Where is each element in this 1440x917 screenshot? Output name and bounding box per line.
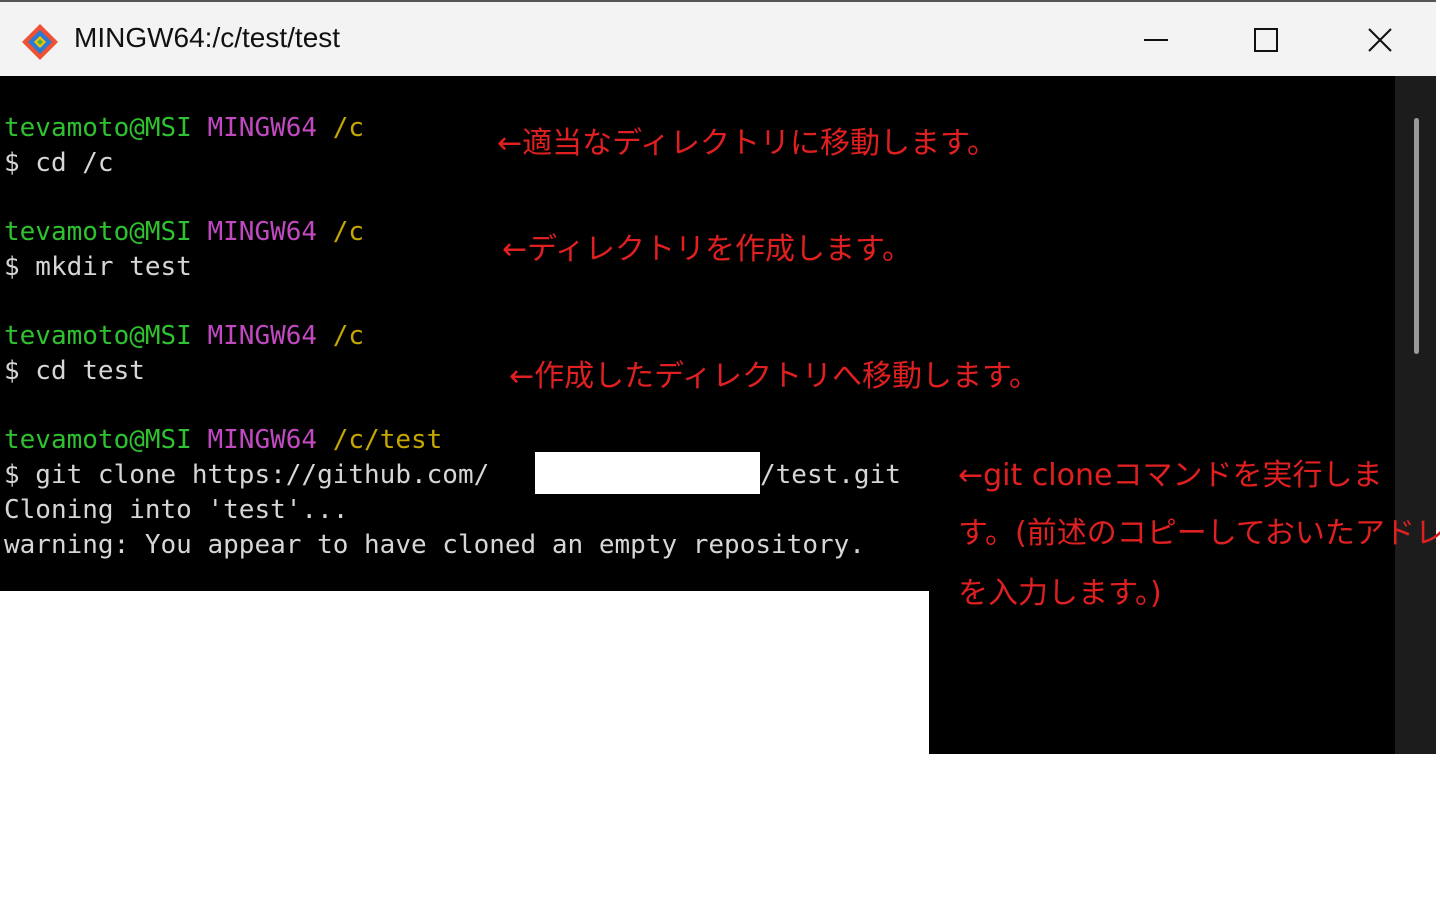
prompt-line: tevamoto@MSI MINGW64 /c/test: [4, 425, 442, 455]
minimize-icon: [1144, 39, 1168, 41]
command-line-suffix: /test.git: [760, 460, 901, 490]
prompt-shell: MINGW64: [207, 321, 318, 351]
terminal-output-lower: [929, 591, 1395, 754]
command-line: $ mkdir test: [4, 252, 192, 282]
annotation-text: ←作成したディレクトリへ移動します。: [509, 359, 1040, 394]
blank-area: [0, 591, 929, 917]
prompt-path: /c: [332, 321, 365, 351]
annotation-text: ←ディレクトリを作成します。: [502, 232, 913, 267]
annotation-text: す。(前述のコピーしておいたアドレス: [958, 516, 1440, 551]
prompt-user: tevamoto@MSI: [4, 217, 192, 247]
prompt-user: tevamoto@MSI: [4, 425, 192, 455]
prompt-path: /c/test: [332, 425, 443, 455]
prompt-shell: MINGW64: [207, 425, 318, 455]
redacted-username: [535, 452, 760, 494]
scrollbar-thumb[interactable]: [1414, 118, 1419, 354]
prompt-path: /c: [332, 217, 365, 247]
annotation-text: ←git cloneコマンドを実行しま: [958, 458, 1383, 493]
close-icon: [1368, 28, 1392, 52]
git-bash-icon: [20, 22, 60, 62]
window-title: MINGW64:/c/test/test: [74, 22, 341, 53]
command-line: $ cd test: [4, 356, 145, 386]
terminal-window: MINGW64:/c/test/test tevamoto@MSI MINGW6…: [0, 0, 1440, 917]
prompt-shell: MINGW64: [207, 113, 318, 143]
maximize-button[interactable]: [1238, 14, 1294, 66]
command-line: $ cd /c: [4, 148, 114, 178]
prompt-user: tevamoto@MSI: [4, 321, 192, 351]
prompt-line: tevamoto@MSI MINGW64 /c: [4, 113, 364, 143]
minimize-button[interactable]: [1128, 14, 1184, 66]
annotation-text: ←適当なディレクトリに移動します。: [497, 126, 998, 161]
title-bar[interactable]: MINGW64:/c/test/test: [0, 0, 1436, 78]
output-line: Cloning into 'test'...: [4, 495, 349, 525]
prompt-user: tevamoto@MSI: [4, 113, 192, 143]
prompt-line: tevamoto@MSI MINGW64 /c: [4, 217, 364, 247]
close-button[interactable]: [1352, 14, 1408, 66]
annotation-text: を入力します。): [958, 576, 1162, 611]
prompt-shell: MINGW64: [207, 217, 318, 247]
output-line: warning: You appear to have cloned an em…: [4, 530, 865, 560]
prompt-line: tevamoto@MSI MINGW64 /c: [4, 321, 364, 351]
prompt-path: /c: [332, 113, 365, 143]
maximize-icon: [1254, 28, 1278, 52]
command-line-prefix: $ git clone https://github.com/: [4, 460, 490, 490]
